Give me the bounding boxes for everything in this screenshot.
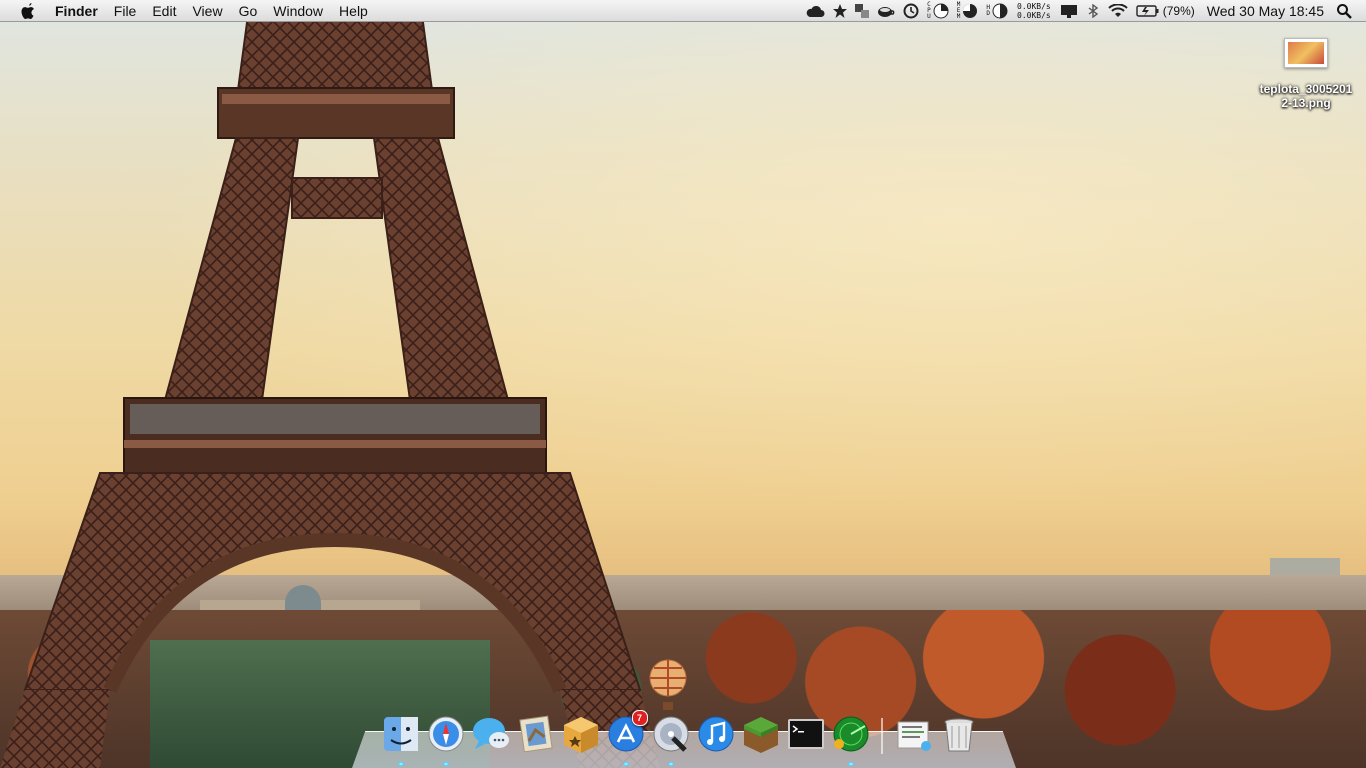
menu-go[interactable]: Go	[231, 0, 266, 22]
dock-trash[interactable]	[939, 714, 979, 754]
coffee-icon[interactable]	[877, 0, 895, 22]
cpu-icon	[933, 3, 949, 19]
dock-radar[interactable]	[831, 714, 871, 766]
disk-icon	[992, 3, 1008, 19]
dock-safari[interactable]	[426, 714, 466, 766]
hot-air-balloon-icon	[649, 659, 687, 710]
app-store-badge: 7	[631, 710, 648, 726]
documents-stack-icon	[897, 721, 931, 751]
running-indicator	[622, 762, 629, 766]
time-machine-icon[interactable]	[903, 0, 919, 22]
dock-archive[interactable]	[561, 714, 601, 754]
menu-edit[interactable]: Edit	[144, 0, 184, 22]
translate-icon[interactable]	[855, 0, 870, 22]
network-icon[interactable]: 0.0KB/s 0.0KB/s	[1017, 2, 1051, 20]
app-menu-finder[interactable]: Finder	[47, 0, 106, 22]
cpu-label: CPU	[927, 1, 931, 20]
radar-icon	[833, 716, 868, 752]
menu-file[interactable]: File	[106, 0, 145, 22]
dock-messages[interactable]	[471, 714, 511, 754]
dock-documents-stack[interactable]	[894, 714, 934, 754]
menu-view[interactable]: View	[184, 0, 230, 22]
running-indicator	[442, 762, 449, 766]
running-indicator	[847, 762, 854, 766]
disk-utility-icon	[653, 716, 688, 752]
wifi-icon[interactable]	[1108, 0, 1128, 22]
memory-monitor[interactable]: MEM	[957, 0, 979, 22]
menu-window[interactable]: Window	[265, 0, 331, 22]
cpu-monitor[interactable]: CPU	[927, 0, 949, 22]
trash-icon	[944, 718, 973, 752]
desktop-file-name: teplota_30052012-13.png	[1259, 82, 1353, 110]
finder-icon	[383, 717, 418, 751]
terminal-icon	[787, 719, 824, 749]
hd-label: HD	[986, 4, 990, 17]
minecraft-icon	[743, 717, 778, 753]
dock-itunes[interactable]	[696, 714, 736, 754]
desktop-file-icon[interactable]: teplota_30052012-13.png	[1258, 38, 1354, 110]
itunes-icon	[698, 716, 733, 752]
dock-disk-utility[interactable]	[651, 714, 691, 766]
disk-monitor[interactable]: HD	[986, 0, 1008, 22]
running-indicator	[397, 762, 404, 766]
battery-icon[interactable]: (79%)	[1136, 0, 1195, 22]
apple-menu-icon[interactable]	[17, 0, 39, 22]
box-icon	[563, 717, 598, 753]
clock[interactable]: Wed 30 May 18:45	[1207, 3, 1324, 19]
dock-minecraft[interactable]	[741, 714, 781, 754]
dock: 7	[352, 659, 1016, 768]
cloud-icon[interactable]	[805, 0, 825, 22]
net-down: 0.0KB/s	[1017, 11, 1051, 20]
dock-app-store[interactable]: 7	[606, 710, 648, 766]
bluetooth-icon[interactable]	[1086, 0, 1100, 22]
spotlight-icon[interactable]	[1336, 0, 1352, 22]
battery-percentage: (79%)	[1162, 4, 1195, 18]
messages-icon	[472, 718, 509, 749]
mem-label: MEM	[956, 1, 961, 20]
menu-help[interactable]: Help	[331, 0, 376, 22]
safari-icon	[428, 716, 463, 752]
eiffel-tower	[0, 0, 660, 768]
star-icon[interactable]	[833, 0, 848, 22]
mail-icon	[518, 715, 553, 753]
dock-terminal[interactable]	[786, 714, 826, 754]
running-indicator	[667, 762, 674, 766]
dock-mail[interactable]	[516, 714, 556, 754]
image-thumbnail-icon	[1284, 38, 1328, 68]
dock-separator	[881, 718, 883, 754]
dock-finder[interactable]	[381, 714, 421, 766]
memory-icon	[963, 4, 978, 18]
menu-bar: Finder File Edit View Go Window Help CPU…	[0, 0, 1366, 22]
desktop-wallpaper	[0, 0, 1366, 768]
display-icon[interactable]	[1060, 0, 1078, 22]
net-up: 0.0KB/s	[1017, 2, 1051, 11]
